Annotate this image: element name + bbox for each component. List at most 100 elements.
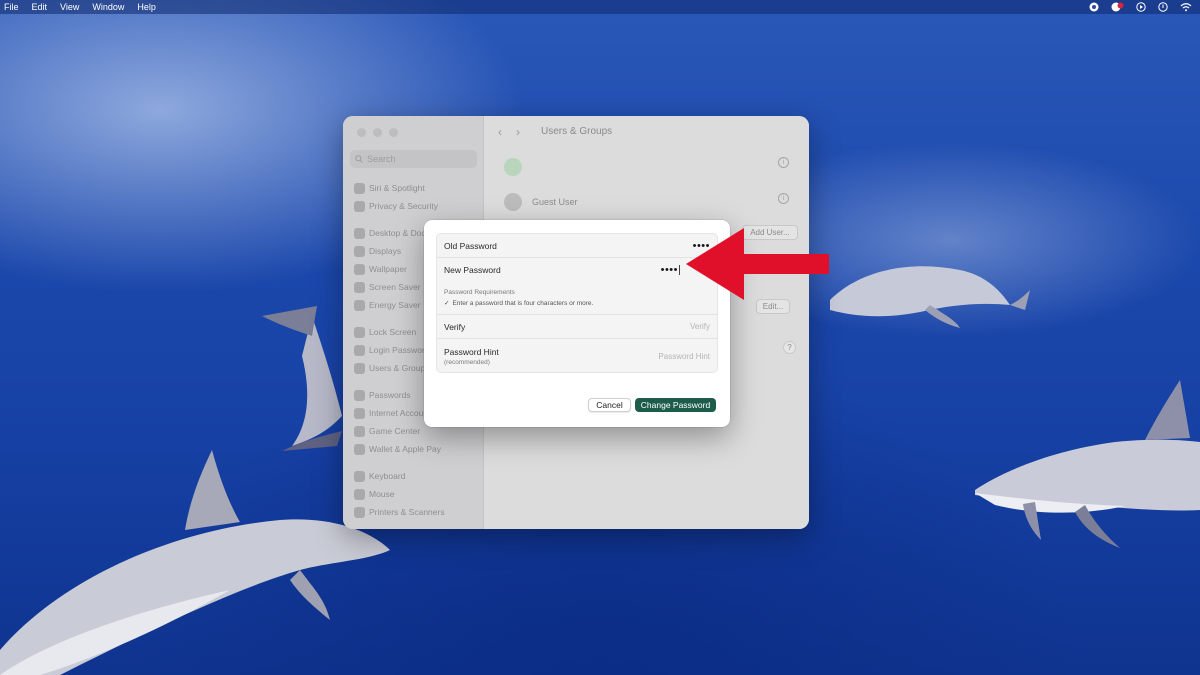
sidebar-item-label: Passwords [369, 390, 411, 400]
edit-button[interactable]: Edit... [756, 299, 790, 314]
sidebar-item-internet-accounts[interactable]: Internet Accounts [354, 406, 435, 420]
password-hint-sublabel: (recommended) [444, 358, 490, 366]
menu-view[interactable]: View [60, 0, 79, 14]
sidebar-item-game-center[interactable]: Game Center [354, 424, 420, 438]
info-icon[interactable]: i [778, 193, 789, 204]
menu-edit[interactable]: Edit [32, 0, 48, 14]
sidebar-item-wallet[interactable]: Wallet & Apple Pay [354, 442, 441, 456]
keyboard-icon [354, 470, 365, 482]
new-password-label: New Password [444, 265, 501, 275]
requirement-item: ✓ Enter a password that is four character… [444, 299, 593, 307]
sidebar-item-label: Lock Screen [369, 327, 417, 337]
requirements-title: Password Requirements [444, 289, 515, 296]
wallet-icon [354, 443, 365, 455]
sidebar-item-screen-saver[interactable]: Screen Saver [354, 280, 421, 294]
verify-field[interactable]: Verify [690, 322, 710, 331]
sidebar-item-wallpaper[interactable]: Wallpaper [354, 262, 407, 276]
password-hint-row[interactable]: Password Hint (recommended) Password Hin… [437, 339, 717, 373]
status-area [1089, 0, 1192, 14]
play-icon[interactable] [1136, 2, 1146, 12]
wifi-icon[interactable] [1180, 2, 1192, 12]
guest-user-label: Guest User [532, 197, 578, 207]
verify-label: Verify [444, 321, 466, 332]
sidebar-item-passwords[interactable]: Passwords [354, 388, 411, 402]
sidebar-item-label: Game Center [369, 426, 421, 436]
sidebar-item-label: Energy Saver [369, 300, 421, 310]
password-form: Old Password •••• New Password •••• Pass… [436, 233, 718, 373]
sidebar-item-label: Login Password [369, 345, 430, 355]
sidebar-item-label: Displays [369, 246, 402, 256]
text-cursor [679, 265, 680, 275]
checkmark-icon: ✓ [444, 300, 450, 307]
password-hint-field[interactable]: Password Hint [658, 352, 710, 361]
sidebar-item-privacy[interactable]: Privacy & Security [354, 199, 438, 213]
sidebar-item-login-password[interactable]: Login Password [354, 343, 429, 357]
current-user-row[interactable] [504, 158, 532, 176]
change-password-dialog: Old Password •••• New Password •••• Pass… [424, 220, 730, 427]
sidebar-item-displays[interactable]: Displays [354, 244, 401, 258]
wallpaper-icon [354, 263, 365, 275]
dolphin-image [975, 380, 1200, 548]
requirement-text: Enter a password that is four characters… [452, 300, 594, 307]
at-sign-icon [354, 407, 365, 419]
screen-record-icon[interactable] [1111, 2, 1124, 12]
lock-icon [354, 344, 365, 356]
energy-icon [354, 299, 365, 311]
sidebar-item-energy-saver[interactable]: Energy Saver [354, 298, 421, 312]
search-icon [355, 155, 363, 163]
sidebar-item-lock-screen[interactable]: Lock Screen [354, 325, 416, 339]
password-hint-label-group: Password Hint (recommended) [444, 347, 499, 366]
back-chevron-icon[interactable]: ‹ [498, 125, 502, 139]
sidebar-item-desktop-dock[interactable]: Desktop & Dock [354, 226, 430, 240]
dolphin-image [262, 306, 342, 451]
menu-window[interactable]: Window [92, 0, 124, 14]
display-icon [354, 245, 365, 257]
key-icon [354, 389, 365, 401]
password-hint-label: Password Hint [444, 346, 499, 357]
minimize-window-button[interactable] [373, 128, 382, 137]
sidebar-item-printers[interactable]: Printers & Scanners [354, 505, 445, 519]
forward-chevron-icon[interactable]: › [516, 125, 520, 139]
sidebar-item-siri[interactable]: Siri & Spotlight [354, 181, 425, 195]
page-title: Users & Groups [541, 126, 613, 137]
menu-help[interactable]: Help [137, 0, 156, 14]
sidebar-item-label: Keyboard [369, 471, 406, 481]
sidebar-item-label: Screen Saver [369, 282, 421, 292]
siri-icon [354, 182, 365, 194]
menu-file[interactable]: File [4, 0, 19, 14]
screen-saver-icon [354, 281, 365, 293]
sidebar-search-input[interactable]: Search [350, 150, 477, 168]
sidebar-item-users-groups[interactable]: Users & Groups [354, 361, 429, 375]
menu-bar: File Edit View Window Help [0, 0, 1200, 14]
search-placeholder: Search [367, 154, 396, 164]
new-password-field[interactable]: •••• [661, 264, 680, 276]
old-password-row[interactable]: Old Password •••• [437, 234, 717, 258]
dolphin-image [830, 266, 1030, 328]
record-icon[interactable] [1089, 2, 1099, 12]
sidebar-item-mouse[interactable]: Mouse [354, 487, 395, 501]
help-button[interactable]: ? [783, 341, 796, 354]
guest-user-row[interactable]: Guest User [504, 193, 578, 211]
cancel-button[interactable]: Cancel [588, 398, 631, 412]
game-center-icon [354, 425, 365, 437]
zoom-window-button[interactable] [389, 128, 398, 137]
mouse-icon [354, 488, 365, 500]
old-password-label: Old Password [444, 240, 497, 251]
sidebar-item-label: Printers & Scanners [369, 507, 445, 517]
window-controls [357, 128, 398, 137]
sidebar-item-label: Privacy & Security [369, 201, 438, 211]
verify-row[interactable]: Verify Verify [437, 314, 717, 339]
new-password-row[interactable]: New Password •••• [437, 258, 717, 282]
close-window-button[interactable] [357, 128, 366, 137]
sidebar-item-keyboard[interactable]: Keyboard [354, 469, 405, 483]
users-icon [354, 362, 365, 374]
printer-icon [354, 506, 365, 518]
sidebar-item-label: Wallpaper [369, 264, 407, 274]
change-password-button[interactable]: Change Password [635, 398, 716, 412]
info-icon[interactable]: i [778, 157, 789, 168]
lock-screen-icon [354, 326, 365, 338]
sidebar-item-label: Siri & Spotlight [369, 183, 425, 193]
sidebar-item-label: Mouse [369, 489, 395, 499]
dock-icon [354, 227, 365, 239]
power-icon[interactable] [1158, 2, 1168, 12]
